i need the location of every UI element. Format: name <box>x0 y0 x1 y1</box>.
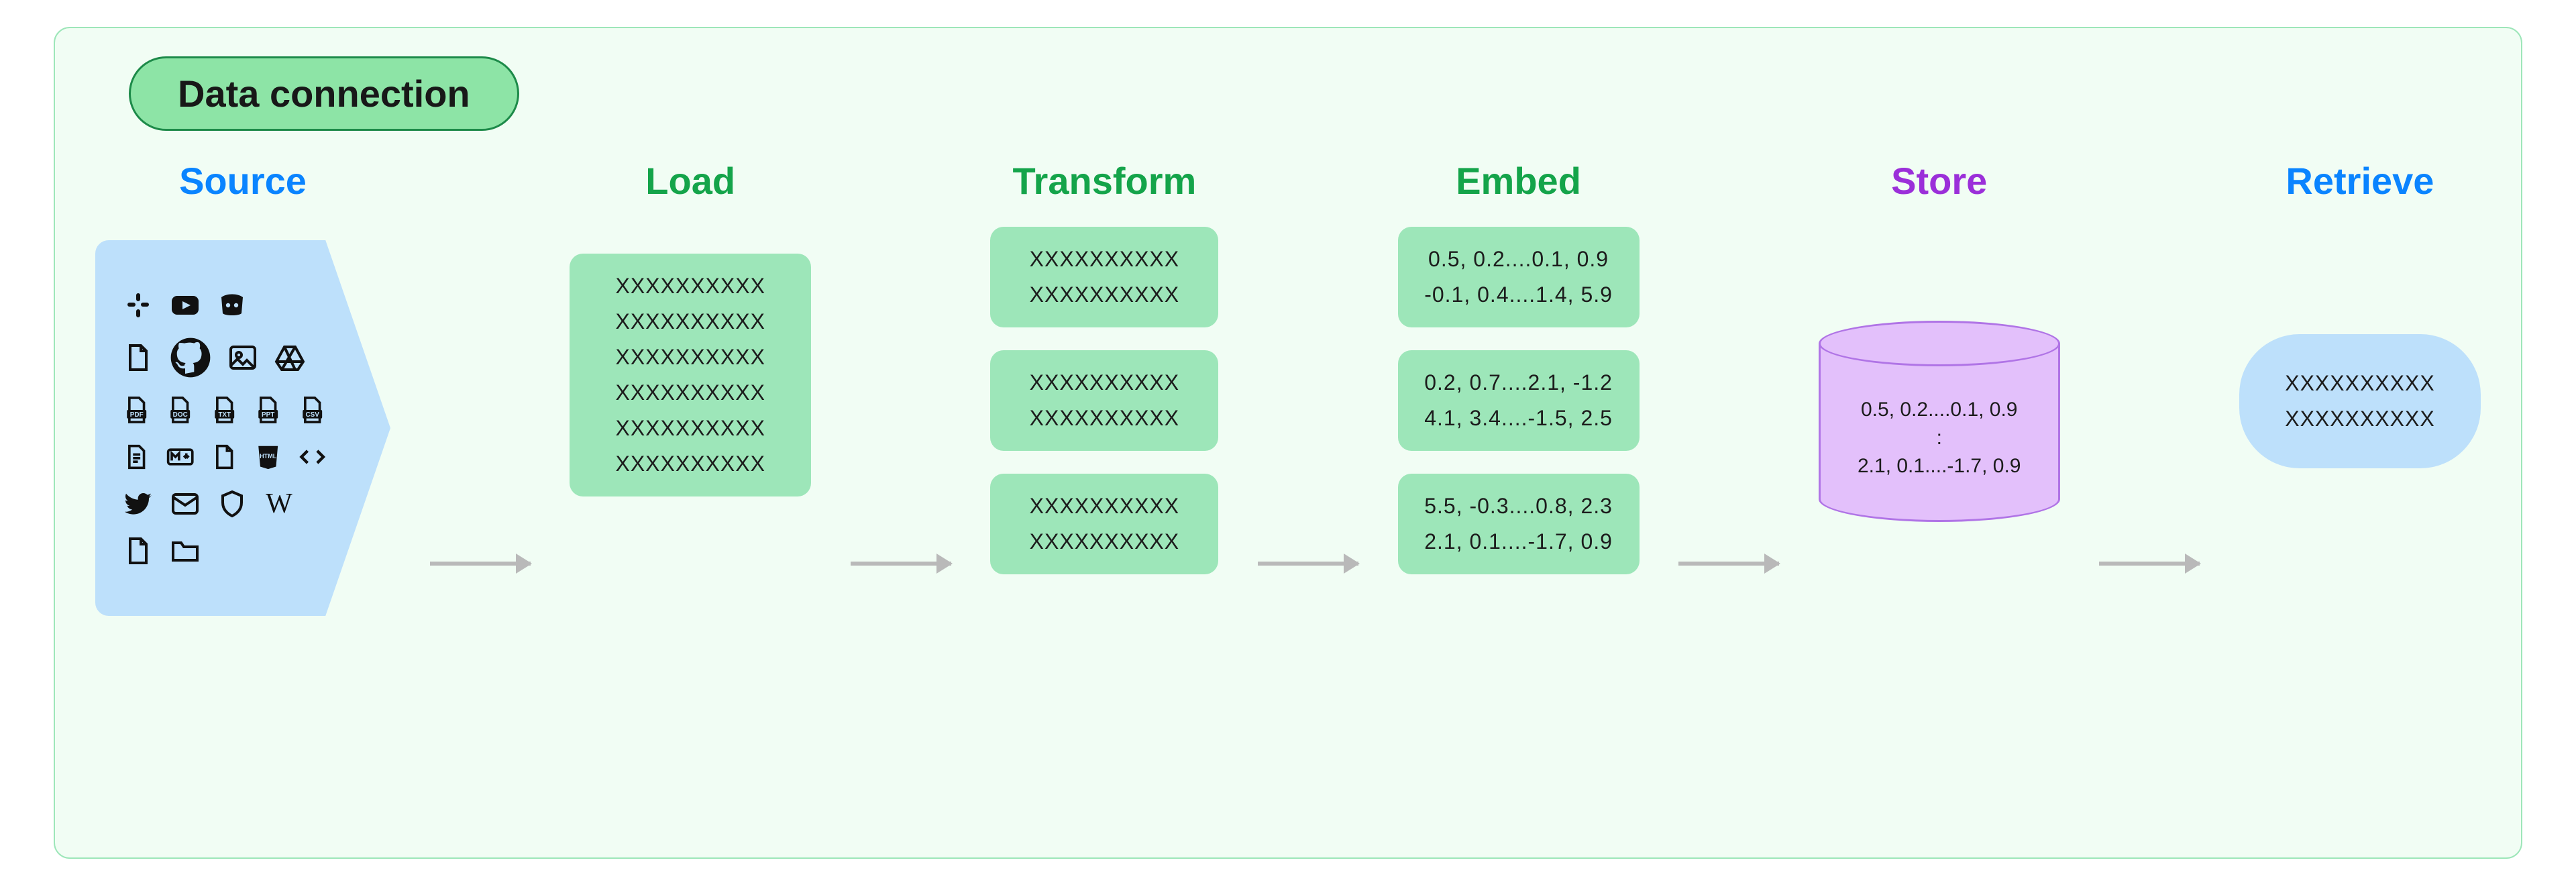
file-icon <box>122 342 154 374</box>
svg-text:DOC: DOC <box>173 411 188 419</box>
slack-icon <box>122 289 154 321</box>
svg-text:CSV: CSV <box>305 411 319 419</box>
file-icon <box>122 535 154 567</box>
embed-card: 0.5, 0.2....0.1, 0.9 -0.1, 0.4....1.4, 5… <box>1398 227 1640 327</box>
stage-store: Store 0.5, 0.2....0.1, 0.9 : 2.1, 0.1...… <box>1819 162 2060 817</box>
transform-line: XXXXXXXXXX <box>1030 406 1179 431</box>
file-txt-icon: TXT <box>210 394 239 426</box>
source-shape: PDF DOC TXT PPT CSV HTML <box>95 240 390 616</box>
store-line: 0.5, 0.2....0.1, 0.9 <box>1861 399 2018 421</box>
title-badge: Data connection <box>129 56 519 131</box>
stage-transform: Transform XXXXXXXXXX XXXXXXXXXX XXXXXXXX… <box>990 162 1218 817</box>
store-cylinder: 0.5, 0.2....0.1, 0.9 : 2.1, 0.1....-1.7,… <box>1819 321 2060 522</box>
retrieve-line: XXXXXXXXXX <box>2285 371 2434 396</box>
svg-text:TXT: TXT <box>218 411 231 419</box>
store-line: : <box>1937 427 1942 450</box>
transform-line: XXXXXXXXXX <box>1030 282 1179 307</box>
load-line: XXXXXXXXXX <box>615 416 765 441</box>
load-line: XXXXXXXXXX <box>615 345 765 370</box>
diagram-canvas: Data connection Source <box>0 0 2576 891</box>
pipeline-row: Source PDF DOC <box>95 162 2481 817</box>
folder-icon <box>169 535 201 567</box>
embed-line: 4.1, 3.4....-1.5, 2.5 <box>1424 406 1613 431</box>
load-line: XXXXXXXXXX <box>615 452 765 476</box>
diagram-frame: Data connection Source <box>54 27 2522 859</box>
store-line: 2.1, 0.1....-1.7, 0.9 <box>1858 455 2021 478</box>
image-icon <box>227 342 259 374</box>
stage-transform-title: Transform <box>1012 162 1196 200</box>
arrow-2 <box>851 562 951 566</box>
embed-stack: 0.5, 0.2....0.1, 0.9 -0.1, 0.4....1.4, 5… <box>1398 227 1640 574</box>
file-csv-icon: CSV <box>298 394 327 426</box>
stage-store-title: Store <box>1891 162 1987 200</box>
source-icon-row-6 <box>122 535 327 567</box>
embed-line: 5.5, -0.3....0.8, 2.3 <box>1424 494 1613 519</box>
github-icon <box>169 336 212 379</box>
stage-source: Source PDF DOC <box>95 162 390 817</box>
arrow-3 <box>1258 562 1358 566</box>
source-icon-row-5: W <box>122 488 327 520</box>
google-drive-icon <box>274 342 306 374</box>
twitter-icon <box>122 488 154 520</box>
stage-embed: Embed 0.5, 0.2....0.1, 0.9 -0.1, 0.4....… <box>1398 162 1640 817</box>
source-icon-row-4: HTML <box>122 441 327 473</box>
source-icon-row-2 <box>122 336 327 379</box>
embed-line: -0.1, 0.4....1.4, 5.9 <box>1424 282 1613 307</box>
file-doc-icon: DOC <box>166 394 195 426</box>
markdown-icon <box>166 441 195 473</box>
embed-card: 0.2, 0.7....2.1, -1.2 4.1, 3.4....-1.5, … <box>1398 350 1640 451</box>
load-card: XXXXXXXXXX XXXXXXXXXX XXXXXXXXXX XXXXXXX… <box>570 254 811 496</box>
mail-icon <box>169 488 201 520</box>
load-line: XXXXXXXXXX <box>615 380 765 405</box>
embed-line: 0.5, 0.2....0.1, 0.9 <box>1428 247 1609 272</box>
transform-line: XXXXXXXXXX <box>1030 494 1179 519</box>
file-icon <box>210 441 239 473</box>
html-icon: HTML <box>254 441 282 473</box>
svg-text:PPT: PPT <box>262 411 274 419</box>
stage-embed-title: Embed <box>1456 162 1581 200</box>
source-icon-row-1 <box>122 289 327 321</box>
retrieve-line: XXXXXXXXXX <box>2285 407 2434 431</box>
arrow-4 <box>1678 562 1779 566</box>
arrow-1 <box>430 562 531 566</box>
wikipedia-icon: W <box>263 488 295 520</box>
stage-source-title: Source <box>179 162 307 200</box>
load-line: XXXXXXXXXX <box>615 309 765 334</box>
stage-load: Load XXXXXXXXXX XXXXXXXXXX XXXXXXXXXX XX… <box>570 162 811 817</box>
transform-stack: XXXXXXXXXX XXXXXXXXXX XXXXXXXXXX XXXXXXX… <box>990 227 1218 574</box>
shield-icon <box>216 488 248 520</box>
arrow-5 <box>2099 562 2200 566</box>
file-ppt-icon: PPT <box>254 394 282 426</box>
youtube-icon <box>169 289 201 321</box>
page-icon <box>122 441 151 473</box>
source-icon-row-3: PDF DOC TXT PPT CSV <box>122 394 327 426</box>
stage-load-title: Load <box>645 162 735 200</box>
transform-line: XXXXXXXXXX <box>1030 529 1179 554</box>
transform-card: XXXXXXXXXX XXXXXXXXXX <box>990 227 1218 327</box>
transform-line: XXXXXXXXXX <box>1030 370 1179 395</box>
discord-icon <box>216 289 248 321</box>
file-pdf-icon: PDF <box>122 394 151 426</box>
svg-text:HTML: HTML <box>260 453 277 460</box>
load-line: XXXXXXXXXX <box>615 274 765 299</box>
stage-retrieve: Retrieve XXXXXXXXXX XXXXXXXXXX <box>2239 162 2481 817</box>
transform-card: XXXXXXXXXX XXXXXXXXXX <box>990 474 1218 574</box>
svg-text:PDF: PDF <box>130 411 144 419</box>
code-icon <box>298 441 327 473</box>
stage-retrieve-title: Retrieve <box>2286 162 2434 200</box>
embed-card: 5.5, -0.3....0.8, 2.3 2.1, 0.1....-1.7, … <box>1398 474 1640 574</box>
transform-line: XXXXXXXXXX <box>1030 247 1179 272</box>
embed-line: 0.2, 0.7....2.1, -1.2 <box>1424 370 1613 395</box>
embed-line: 2.1, 0.1....-1.7, 0.9 <box>1424 529 1613 554</box>
retrieve-card: XXXXXXXXXX XXXXXXXXXX <box>2239 334 2481 468</box>
transform-card: XXXXXXXXXX XXXXXXXXXX <box>990 350 1218 451</box>
